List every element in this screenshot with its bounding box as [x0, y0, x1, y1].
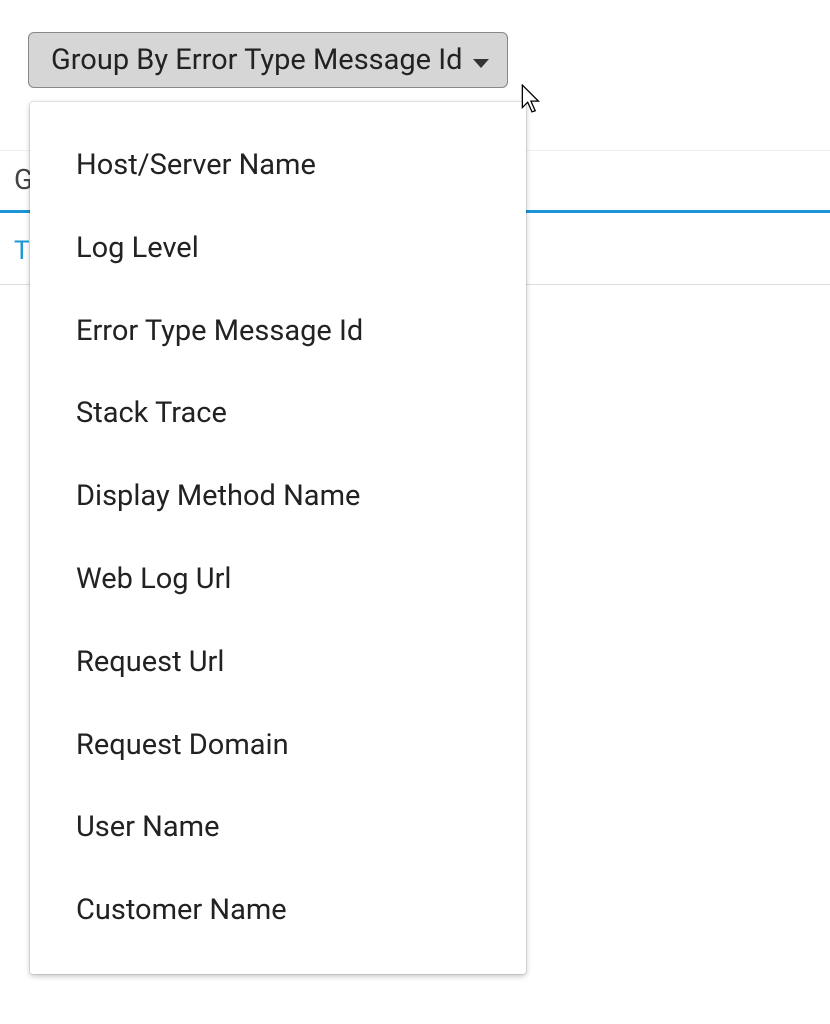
dropdown-item-request-domain[interactable]: Request Domain: [30, 704, 526, 787]
dropdown-item-host-server-name[interactable]: Host/Server Name: [30, 124, 526, 207]
dropdown-item-request-url[interactable]: Request Url: [30, 621, 526, 704]
dropdown-item-display-method-name[interactable]: Display Method Name: [30, 455, 526, 538]
dropdown-item-web-log-url[interactable]: Web Log Url: [30, 538, 526, 621]
dropdown-item-stack-trace[interactable]: Stack Trace: [30, 372, 526, 455]
dropdown-item-log-level[interactable]: Log Level: [30, 207, 526, 290]
chevron-down-icon: [473, 59, 489, 68]
background-tab-text: T: [14, 236, 30, 266]
dropdown-item-customer-name[interactable]: Customer Name: [30, 869, 526, 952]
group-by-dropdown-label: Group By Error Type Message Id: [51, 43, 463, 77]
group-by-dropdown-button[interactable]: Group By Error Type Message Id: [28, 32, 508, 88]
group-by-dropdown-menu: Host/Server Name Log Level Error Type Me…: [30, 102, 526, 974]
dropdown-item-user-name[interactable]: User Name: [30, 786, 526, 869]
dropdown-item-error-type-message-id[interactable]: Error Type Message Id: [30, 290, 526, 373]
cursor-icon: [520, 84, 544, 114]
